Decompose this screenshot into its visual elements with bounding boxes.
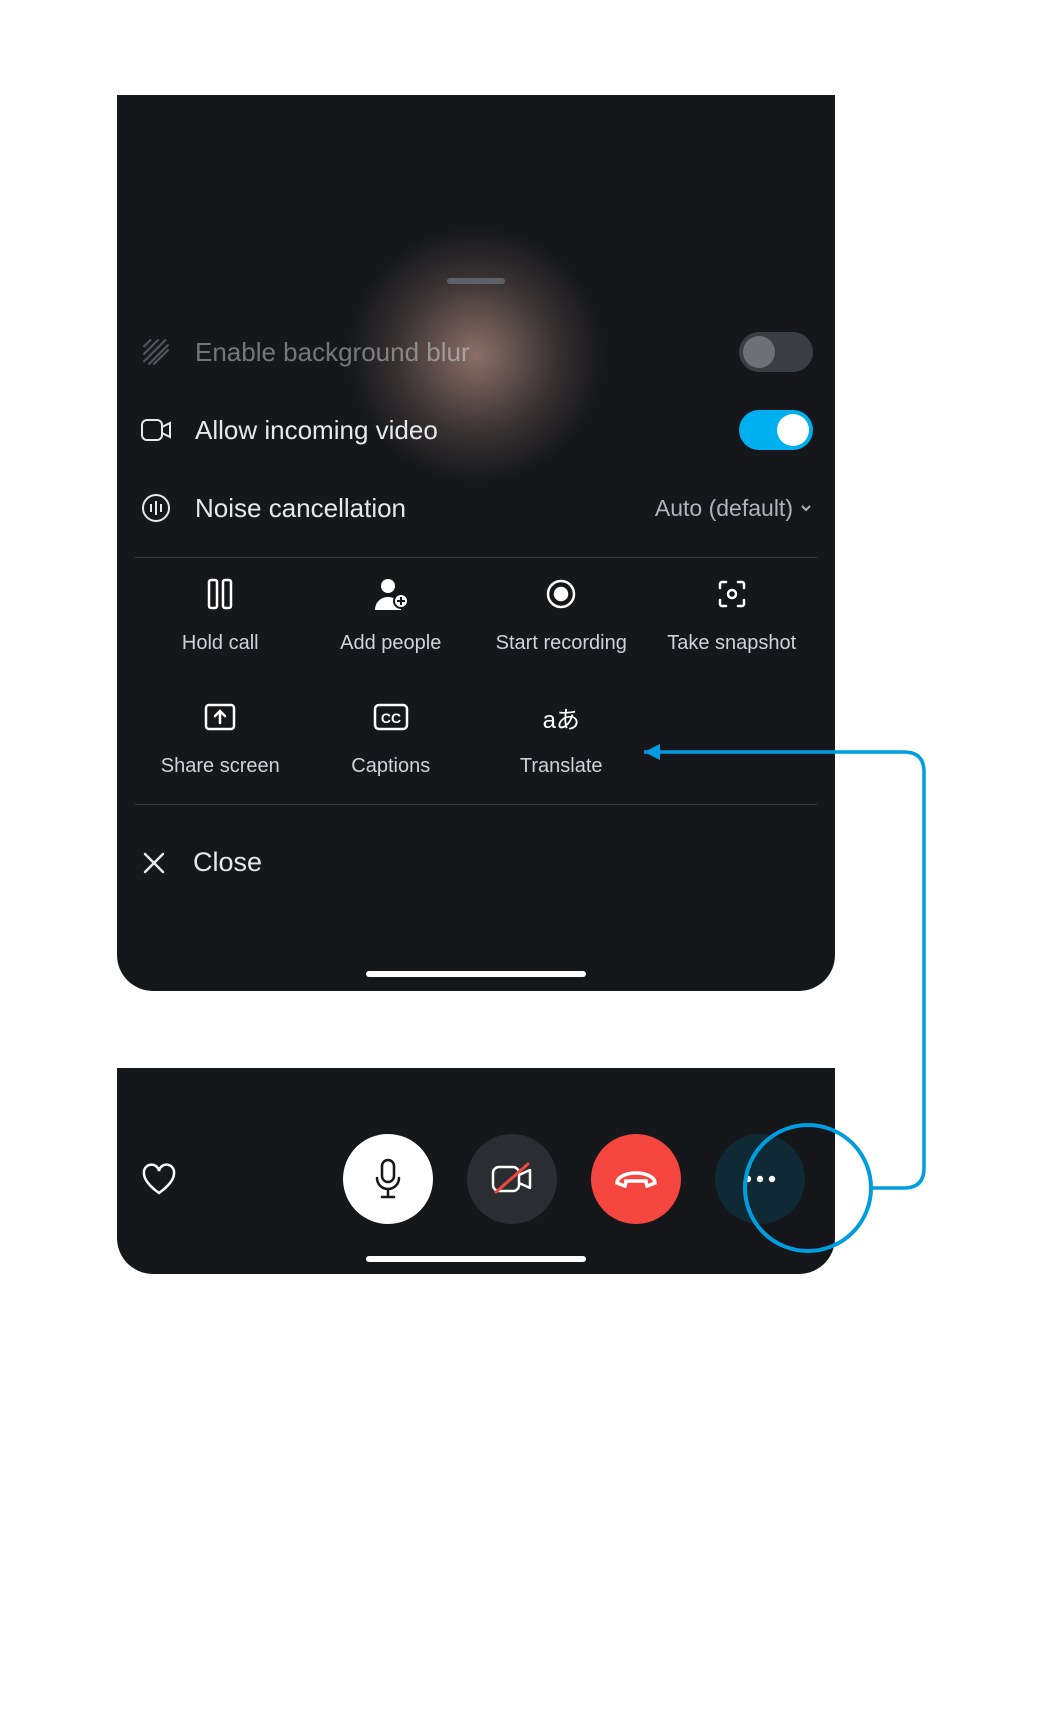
add-people-label: Add people bbox=[340, 632, 441, 655]
camera-button[interactable] bbox=[467, 1134, 557, 1224]
svg-text:CC: CC bbox=[381, 710, 401, 726]
call-control-bar bbox=[117, 1134, 835, 1224]
mic-icon bbox=[372, 1158, 404, 1200]
hangup-icon bbox=[613, 1169, 659, 1189]
end-call-button[interactable] bbox=[591, 1134, 681, 1224]
record-icon bbox=[545, 576, 577, 612]
start-recording-button[interactable]: Start recording bbox=[476, 576, 647, 655]
share-screen-button[interactable]: Share screen bbox=[135, 699, 306, 778]
more-icon bbox=[743, 1175, 777, 1183]
captions-icon: CC bbox=[373, 699, 409, 735]
translate-label: Translate bbox=[520, 755, 603, 778]
share-screen-label: Share screen bbox=[161, 755, 280, 778]
camera-off-icon bbox=[490, 1162, 534, 1196]
take-snapshot-button[interactable]: Take snapshot bbox=[647, 576, 818, 655]
noise-value-dropdown[interactable]: Auto (default) bbox=[655, 495, 813, 522]
captions-label: Captions bbox=[351, 755, 430, 778]
noise-label: Noise cancellation bbox=[195, 493, 633, 524]
call-options-sheet: Enable background blur Allow incoming vi… bbox=[117, 95, 835, 991]
chevron-down-icon bbox=[799, 501, 813, 515]
pause-icon bbox=[207, 576, 233, 612]
close-label: Close bbox=[193, 847, 262, 878]
captions-button[interactable]: CC Captions bbox=[306, 699, 477, 778]
mic-button[interactable] bbox=[343, 1134, 433, 1224]
translate-button[interactable]: aあ Translate bbox=[476, 699, 647, 778]
react-button[interactable] bbox=[139, 1163, 179, 1195]
share-screen-icon bbox=[204, 699, 236, 735]
video-icon bbox=[139, 419, 173, 441]
divider bbox=[135, 557, 817, 558]
close-icon bbox=[141, 850, 167, 876]
row-background-blur[interactable]: Enable background blur bbox=[135, 313, 817, 391]
more-options-button[interactable] bbox=[715, 1134, 805, 1224]
bg-blur-label: Enable background blur bbox=[195, 337, 717, 368]
incoming-video-toggle[interactable] bbox=[739, 410, 813, 450]
divider-2 bbox=[135, 804, 817, 805]
incoming-video-label: Allow incoming video bbox=[195, 415, 717, 446]
row-noise-cancellation[interactable]: Noise cancellation Auto (default) bbox=[135, 469, 817, 547]
hold-call-label: Hold call bbox=[182, 632, 259, 655]
bg-blur-toggle[interactable] bbox=[739, 332, 813, 372]
heart-icon bbox=[141, 1163, 177, 1195]
blur-icon bbox=[139, 337, 173, 367]
add-person-icon bbox=[372, 576, 410, 612]
home-indicator[interactable] bbox=[366, 971, 586, 977]
start-recording-label: Start recording bbox=[496, 632, 627, 655]
take-snapshot-label: Take snapshot bbox=[667, 632, 796, 655]
action-grid: Hold call Add people Start record bbox=[135, 576, 817, 778]
add-people-button[interactable]: Add people bbox=[306, 576, 477, 655]
row-incoming-video[interactable]: Allow incoming video bbox=[135, 391, 817, 469]
noise-cancellation-icon bbox=[139, 493, 173, 523]
home-indicator-2[interactable] bbox=[366, 1256, 586, 1262]
translate-icon: aあ bbox=[543, 699, 580, 735]
hold-call-button[interactable]: Hold call bbox=[135, 576, 306, 655]
snapshot-icon bbox=[716, 576, 748, 612]
close-button[interactable]: Close bbox=[135, 823, 817, 878]
call-control-bar-panel bbox=[117, 1068, 835, 1274]
noise-value-text: Auto (default) bbox=[655, 495, 793, 522]
